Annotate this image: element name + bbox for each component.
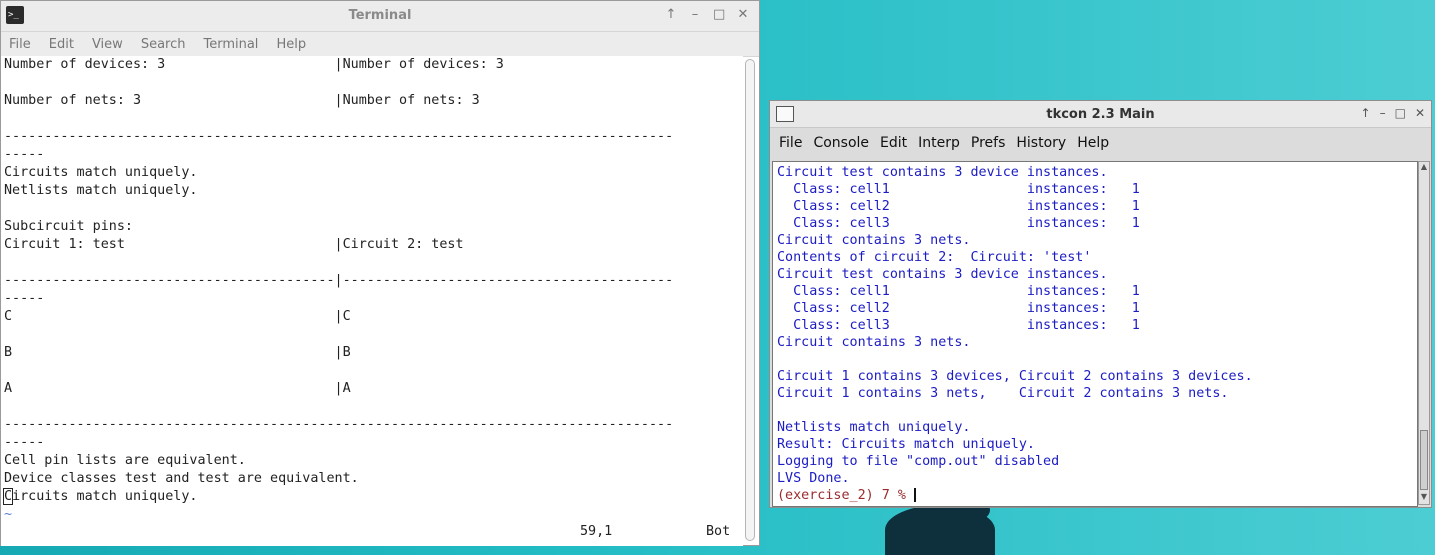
terminal-line: ----------------------------------------… — [4, 417, 674, 432]
menu-help[interactable]: Help — [276, 37, 306, 52]
tkcon-line: LVS Done. — [777, 471, 850, 486]
terminal-line: Number of devices: 3 |Number of devices:… — [4, 57, 504, 72]
tk-menu-edit[interactable]: Edit — [880, 135, 907, 151]
tkcon-line: Logging to file "comp.out" disabled — [777, 454, 1060, 469]
tkcon-line: Class: cell1 instances: 1 — [777, 284, 1140, 299]
terminal-titlebar[interactable]: >_ Terminal ↑ – □ ✕ — [1, 1, 759, 32]
tk-menu-console[interactable]: Console — [813, 135, 869, 151]
menu-view[interactable]: View — [92, 37, 123, 52]
tkcon-line: Contents of circuit 2: Circuit: 'test' — [777, 250, 1092, 265]
keep-above-icon[interactable]: ↑ — [665, 7, 677, 22]
scroll-down-arrow-icon[interactable]: ▼ — [1419, 492, 1429, 504]
menu-file[interactable]: File — [9, 37, 31, 52]
maximize-icon[interactable]: □ — [713, 7, 725, 22]
terminal-menubar: File Edit View Search Terminal Help — [1, 32, 759, 57]
tk-menu-help[interactable]: Help — [1077, 135, 1109, 151]
terminal-line: ----- — [4, 435, 45, 450]
tkcon-console[interactable]: Circuit test contains 3 device instances… — [772, 161, 1418, 507]
terminal-line: C |C — [4, 309, 351, 324]
terminal-output: Number of devices: 3 |Number of devices:… — [1, 56, 743, 524]
tkcon-title: tkcon 2.3 Main — [1046, 107, 1155, 122]
tkcon-line: Class: cell1 instances: 1 — [777, 182, 1140, 197]
terminal-line: Cell pin lists are equivalent. — [4, 453, 246, 468]
tk-menu-interp[interactable]: Interp — [918, 135, 960, 151]
terminal-scrollbar[interactable] — [745, 59, 755, 541]
minimize-icon[interactable]: – — [1380, 106, 1386, 120]
terminal-line: Device classes test and test are equival… — [4, 471, 359, 486]
tkcon-menubar: File Console Edit Interp Prefs History H… — [770, 128, 1431, 158]
terminal-line: ----- — [4, 147, 45, 162]
tkcon-line: Class: cell3 instances: 1 — [777, 318, 1140, 333]
vim-status-line: 59,1 Bot — [1, 524, 743, 542]
tkcon-line: Circuit test contains 3 device instances… — [777, 267, 1108, 282]
tkcon-scrollbar[interactable]: ▲ ▼ — [1418, 161, 1430, 505]
tkcon-line: Circuit contains 3 nets. — [777, 233, 971, 248]
tkcon-line: Class: cell3 instances: 1 — [777, 216, 1140, 231]
terminal-line: A |A — [4, 381, 351, 396]
terminal-line: Number of nets: 3 |Number of nets: 3 — [4, 93, 480, 108]
terminal-title: Terminal — [348, 8, 412, 23]
tkcon-window: tkcon 2.3 Main ↑ – □ ✕ File Console Edit… — [769, 100, 1432, 508]
scroll-up-arrow-icon[interactable]: ▲ — [1419, 162, 1429, 174]
tkcon-line: Circuit contains 3 nets. — [777, 335, 971, 350]
terminal-line: Circuits match uniquely. — [2, 488, 198, 505]
maximize-icon[interactable]: □ — [1395, 106, 1406, 120]
terminal-line: Netlists match uniquely. — [4, 183, 198, 198]
terminal-line: ----------------------------------------… — [4, 129, 674, 144]
tkcon-titlebar[interactable]: tkcon 2.3 Main ↑ – □ ✕ — [770, 101, 1431, 128]
keep-above-icon[interactable]: ↑ — [1361, 106, 1371, 120]
cursor-position: 59,1 — [580, 524, 613, 539]
terminal-line: Circuit 1: test |Circuit 2: test — [4, 237, 464, 252]
menu-terminal[interactable]: Terminal — [203, 37, 258, 52]
text-cursor — [914, 488, 917, 502]
menu-search[interactable]: Search — [141, 37, 186, 52]
tk-menu-history[interactable]: History — [1016, 135, 1066, 151]
tkcon-line: Circuit test contains 3 device instances… — [777, 165, 1108, 180]
terminal-line: Subcircuit pins: — [4, 219, 133, 234]
terminal-window: >_ Terminal ↑ – □ ✕ File Edit View Searc… — [0, 0, 760, 546]
tkcon-prompt: (exercise_2) 7 % — [777, 488, 915, 503]
tkcon-line: Circuit 1 contains 3 nets, Circuit 2 con… — [777, 386, 1229, 401]
tkcon-line: Circuit 1 contains 3 devices, Circuit 2 … — [777, 369, 1253, 384]
tkcon-output: Circuit test contains 3 device instances… — [773, 162, 1417, 504]
terminal-line: B |B — [4, 345, 351, 360]
scrollbar-thumb[interactable] — [1420, 430, 1428, 490]
terminal-window-controls: ↑ – □ ✕ — [665, 7, 749, 22]
tkcon-line: Netlists match uniquely. — [777, 420, 971, 435]
tk-menu-prefs[interactable]: Prefs — [971, 135, 1005, 151]
terminal-line: Circuits match uniquely. — [4, 165, 198, 180]
tkcon-line: Class: cell2 instances: 1 — [777, 199, 1140, 214]
tkcon-line: Class: cell2 instances: 1 — [777, 301, 1140, 316]
scroll-position: Bot — [706, 524, 731, 539]
minimize-icon[interactable]: – — [689, 7, 701, 22]
vim-empty-line-marker: ~ — [4, 507, 13, 522]
terminal-line: ----- — [4, 291, 45, 306]
close-icon[interactable]: ✕ — [1415, 106, 1425, 120]
tkcon-window-controls: ↑ – □ ✕ — [1361, 106, 1425, 120]
terminal-text-area[interactable]: Number of devices: 3 |Number of devices:… — [1, 56, 743, 546]
close-icon[interactable]: ✕ — [737, 7, 749, 22]
tkcon-line: Result: Circuits match uniquely. — [777, 437, 1035, 452]
tk-menu-file[interactable]: File — [779, 135, 802, 151]
menu-edit[interactable]: Edit — [49, 37, 74, 52]
terminal-line: ----------------------------------------… — [4, 273, 674, 288]
